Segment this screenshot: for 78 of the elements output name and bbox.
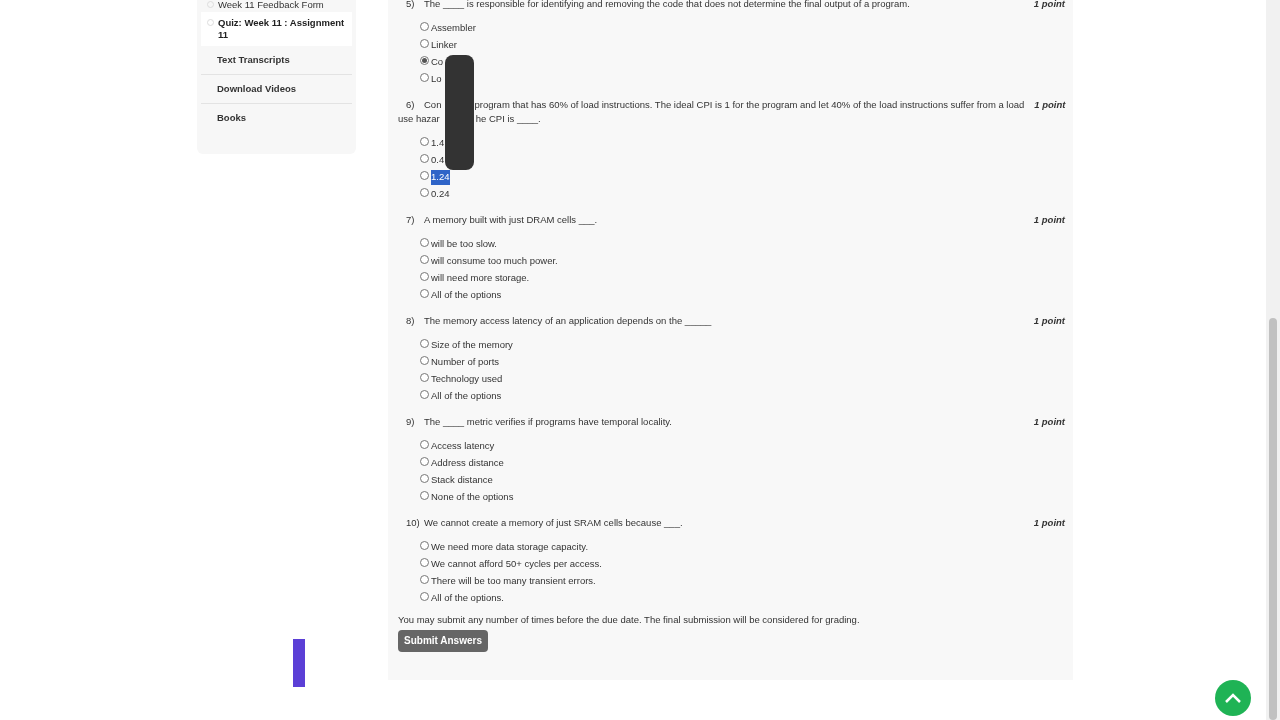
radio-button[interactable] — [420, 272, 429, 281]
question-number: 9) — [406, 415, 416, 429]
option-label[interactable]: Stack distance — [431, 473, 493, 488]
chevron-up-icon — [1224, 692, 1242, 704]
radio-button[interactable] — [420, 356, 429, 365]
sidebar-item[interactable]: Quiz: Week 11 : Assignment 11 — [201, 12, 352, 46]
option-label[interactable]: 1.4 — [431, 136, 445, 151]
question-text: The ____ is responsible for identifying and removing the code that does not determine the final output of a program. — [424, 0, 911, 11]
points-label: 1 point — [1033, 314, 1065, 328]
question-number: 6) — [406, 98, 416, 112]
submit-answers-button[interactable]: Submit Answers — [398, 629, 488, 652]
radio-button[interactable] — [420, 592, 429, 601]
radio-button[interactable] — [420, 457, 429, 466]
radio-button[interactable] — [420, 137, 429, 146]
radio-button[interactable] — [420, 541, 429, 550]
option-label[interactable]: Address distance — [431, 456, 504, 471]
points-label: 1 point — [1033, 516, 1065, 530]
points-label: 1 point — [1033, 415, 1065, 429]
points-label: 1 point — [1033, 213, 1065, 227]
option-label[interactable]: None of the options — [431, 490, 514, 505]
option-label[interactable]: There will be too many transient errors. — [431, 574, 596, 589]
question-number: 5) — [406, 0, 416, 11]
option-label[interactable]: Lo — [431, 72, 442, 87]
option-label[interactable]: Size of the memory — [431, 338, 513, 353]
radio-button[interactable] — [420, 440, 429, 449]
radio-button[interactable] — [420, 22, 429, 31]
option-label[interactable]: 0.4 — [431, 153, 445, 168]
option-label[interactable]: will consume too much power. — [431, 254, 558, 269]
option-label[interactable]: Co — [431, 55, 444, 70]
option-label[interactable]: We cannot afford 50+ cycles per access. — [431, 557, 602, 572]
radio-button[interactable] — [420, 558, 429, 567]
option-label[interactable]: will need more storage. — [431, 271, 530, 286]
scrollbar-thumb[interactable] — [1269, 318, 1277, 720]
question-text: use hazar he CPI is ____. — [398, 112, 541, 126]
option-label[interactable]: Access latency — [431, 439, 495, 454]
question-number: 8) — [406, 314, 416, 328]
option-label[interactable]: All of the options. — [431, 591, 504, 606]
radio-button[interactable] — [420, 154, 429, 163]
radio-button[interactable] — [420, 390, 429, 399]
option-label[interactable]: 1.24 — [431, 170, 450, 185]
option-label[interactable]: Linker — [431, 38, 457, 53]
option-label[interactable]: Assembler — [431, 21, 476, 36]
question-number: 7) — [406, 213, 416, 227]
radio-button[interactable] — [420, 255, 429, 264]
question-text: The ____ metric verifies if programs have temporal locality. — [424, 415, 673, 429]
radio-button[interactable] — [420, 474, 429, 483]
scroll-to-top-button[interactable] — [1215, 680, 1251, 716]
option-label[interactable]: All of the options — [431, 288, 502, 303]
question-number: 10) — [406, 516, 421, 530]
radio-button[interactable] — [420, 373, 429, 382]
option-label[interactable]: will be too slow. — [431, 237, 497, 252]
radio-button[interactable] — [420, 491, 429, 500]
question-text: The memory access latency of an application depends on the _____ — [424, 314, 713, 328]
vertical-bar — [293, 639, 305, 687]
sidebar-item[interactable]: Books — [201, 104, 352, 132]
option-label[interactable]: Technology used — [431, 372, 503, 387]
points-label: 1 point — [1033, 0, 1065, 11]
radio-button[interactable] — [420, 56, 429, 65]
question-text: A memory built with just DRAM cells ___. — [424, 213, 599, 227]
option-label[interactable]: We need more data storage capacity. — [431, 540, 588, 555]
question-text: Con program that has 60% of load instructions. The ideal CPI is 1 for the program and let 40% of the load instructions suffer from a load — [424, 98, 1025, 112]
radio-button[interactable] — [420, 339, 429, 348]
points-label: 1 point — [1034, 98, 1066, 112]
option-label[interactable]: All of the options — [431, 389, 502, 404]
radio-button[interactable] — [420, 238, 429, 247]
radio-button[interactable] — [420, 575, 429, 584]
sidebar-item[interactable]: Text Transcripts — [201, 46, 352, 75]
sidebar-item[interactable]: Download Videos — [201, 75, 352, 104]
radio-button[interactable] — [420, 39, 429, 48]
option-label[interactable]: Number of ports — [431, 355, 500, 370]
question-text: We cannot create a memory of just SRAM cells because ___. — [424, 516, 684, 530]
radio-button[interactable] — [420, 171, 429, 180]
option-label[interactable]: 0.24 — [431, 187, 450, 202]
radio-button[interactable] — [420, 73, 429, 82]
submission-note: You may submit any number of times before the due date. The final submission will be considered for grading. — [398, 613, 860, 627]
sidebar-item[interactable]: Week 11 Feedback Form — [201, 0, 352, 12]
radio-button[interactable] — [420, 289, 429, 298]
radio-button[interactable] — [420, 188, 429, 197]
